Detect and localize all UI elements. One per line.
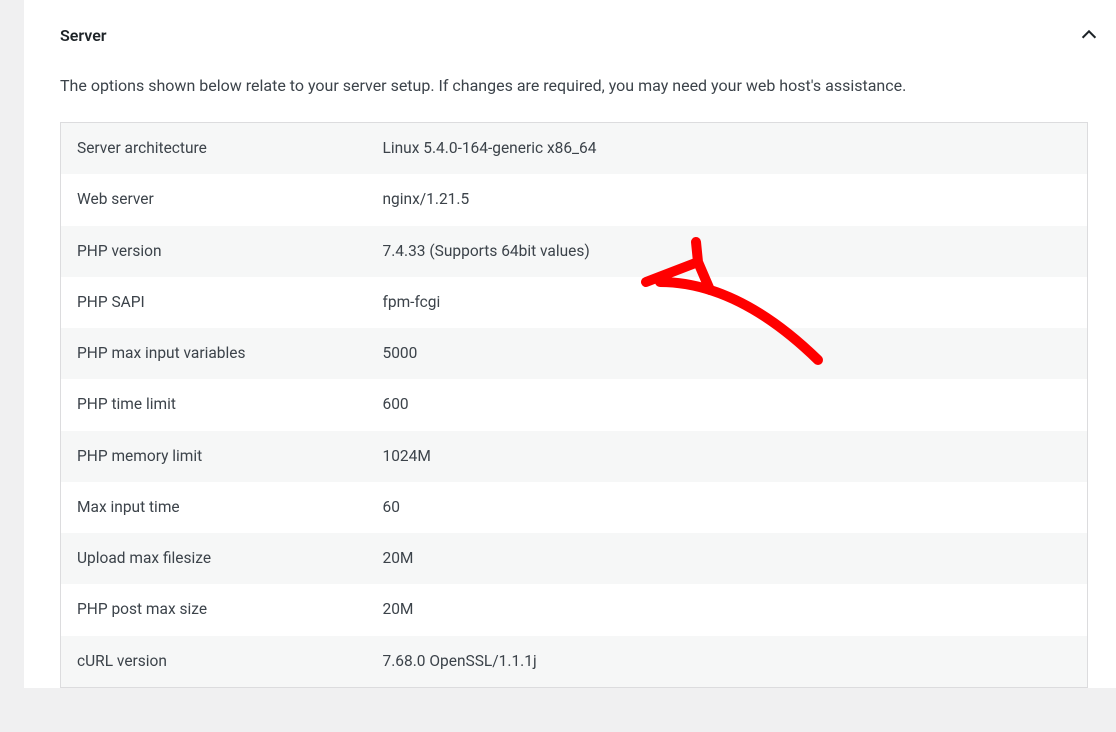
row-value: 600	[367, 379, 1088, 430]
table-row: PHP post max size20M	[61, 584, 1088, 635]
row-label: Upload max filesize	[61, 533, 367, 584]
table-row: PHP memory limit1024M	[61, 431, 1088, 482]
row-value: 1024M	[367, 431, 1088, 482]
row-value: 20M	[367, 533, 1088, 584]
row-label: PHP time limit	[61, 379, 367, 430]
row-value: nginx/1.21.5	[367, 174, 1088, 225]
table-row: Max input time60	[61, 482, 1088, 533]
server-panel: Server The options shown below relate to…	[24, 0, 1116, 688]
row-label: cURL version	[61, 636, 367, 688]
row-label: PHP memory limit	[61, 431, 367, 482]
row-value: Linux 5.4.0-164-generic x86_64	[367, 123, 1088, 175]
panel-header[interactable]: Server	[24, 24, 1116, 74]
table-row: cURL version7.68.0 OpenSSL/1.1.1j	[61, 636, 1088, 688]
chevron-up-icon	[1078, 24, 1100, 46]
row-value: 7.4.33 (Supports 64bit values)	[367, 226, 1088, 277]
table-row: Upload max filesize20M	[61, 533, 1088, 584]
table-row: PHP time limit600	[61, 379, 1088, 430]
table-row: Server architectureLinux 5.4.0-164-gener…	[61, 123, 1088, 175]
row-label: Max input time	[61, 482, 367, 533]
row-label: PHP post max size	[61, 584, 367, 635]
panel-title: Server	[60, 26, 107, 45]
row-value: 20M	[367, 584, 1088, 635]
row-label: Web server	[61, 174, 367, 225]
row-value: 60	[367, 482, 1088, 533]
table-row: PHP SAPIfpm-fcgi	[61, 277, 1088, 328]
row-value: fpm-fcgi	[367, 277, 1088, 328]
row-label: PHP SAPI	[61, 277, 367, 328]
row-label: PHP version	[61, 226, 367, 277]
server-info-table-container: Server architectureLinux 5.4.0-164-gener…	[24, 122, 1116, 688]
table-row: PHP version7.4.33 (Supports 64bit values…	[61, 226, 1088, 277]
row-label: Server architecture	[61, 123, 367, 175]
table-row: PHP max input variables5000	[61, 328, 1088, 379]
row-value: 7.68.0 OpenSSL/1.1.1j	[367, 636, 1088, 688]
row-label: PHP max input variables	[61, 328, 367, 379]
panel-description: The options shown below relate to your s…	[24, 74, 1116, 122]
server-info-table: Server architectureLinux 5.4.0-164-gener…	[60, 122, 1088, 688]
row-value: 5000	[367, 328, 1088, 379]
table-row: Web servernginx/1.21.5	[61, 174, 1088, 225]
